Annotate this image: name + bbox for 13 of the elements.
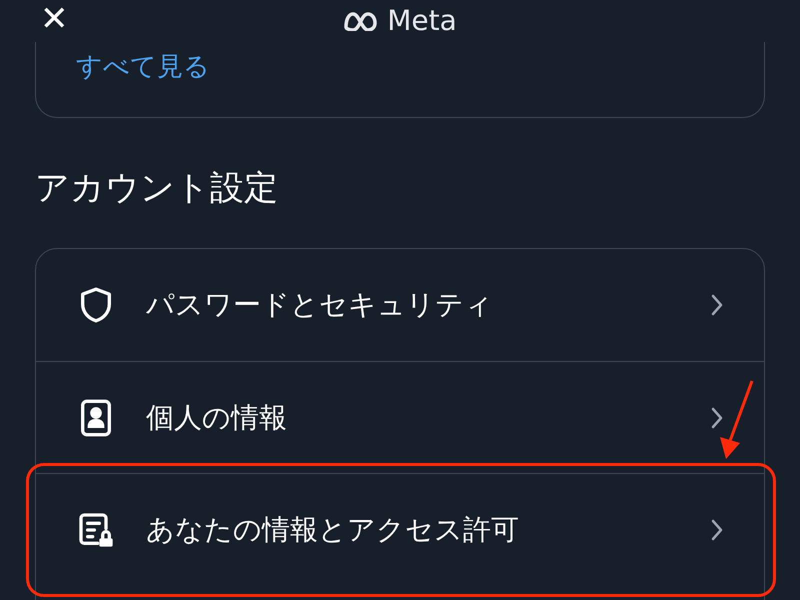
see-all-link[interactable]: すべて見る <box>76 52 210 82</box>
close-icon[interactable]: ✕ <box>40 2 68 36</box>
app-title: Meta <box>387 7 457 35</box>
infinity-logo-icon <box>343 11 380 31</box>
row-label: 個人の情報 <box>146 400 288 436</box>
row-label: あなたの情報とアクセス許可 <box>146 512 520 548</box>
chevron-right-icon <box>710 518 724 542</box>
settings-row[interactable]: あなたの情報とアクセス許可 <box>36 473 764 585</box>
section-title: アカウント設定 <box>35 167 279 210</box>
row-label: パスワードとセキュリティ <box>146 287 494 323</box>
chevron-right-icon <box>710 406 724 430</box>
chevron-right-icon <box>710 293 724 317</box>
settings-row[interactable]: パスワードとセキュリティ <box>36 249 764 361</box>
